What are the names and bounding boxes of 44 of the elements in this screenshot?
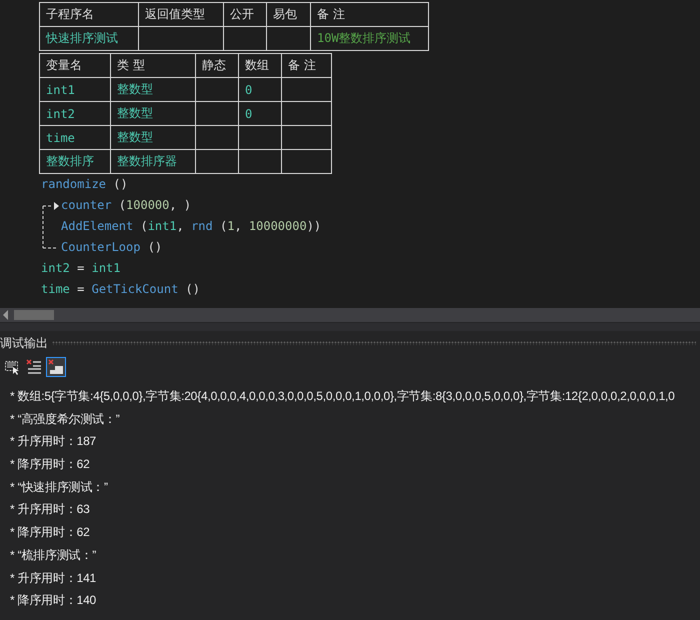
column-header: 备 注 — [282, 54, 332, 78]
table-cell: time — [40, 126, 110, 150]
output-line: * “快速排序测试：” — [10, 478, 109, 496]
table-cell: 整数型 — [110, 126, 196, 150]
output-line: * 升序用时：141 — [10, 570, 98, 586]
scrollbar-thumb[interactable] — [14, 310, 54, 320]
output-line: * 升序用时：63 — [10, 501, 91, 518]
column-header: 子程序名 — [40, 2, 138, 26]
code-line: int2 = int1 — [41, 260, 120, 277]
column-header: 数组 — [238, 54, 282, 78]
scroll-left-icon[interactable] — [2, 310, 10, 320]
table-cell: 0 — [245, 106, 252, 120]
column-header: 变量名 — [40, 54, 110, 78]
table-cell: 10W整数排序测试 — [310, 26, 428, 50]
clear-list-button[interactable] — [24, 357, 44, 377]
code-line: counter (100000, ) — [61, 197, 192, 214]
output-line: * “梳排序测试：” — [10, 546, 97, 564]
horizontal-scrollbar[interactable] — [0, 308, 700, 322]
output-line: * 数组:5{字节集:4{5,0,0,0},字节集:20{4,0,0,0,4,0,0,0,3,0,0,0,5,0,0,0,1,0,0,0},字节集:8{3,0,0,0,5,0,0,0},字节集:12{2,0,0,0,2,0,0,0,1,0 — [10, 388, 676, 405]
table-cell: 整数排序 — [40, 150, 110, 174]
code-line: AddElement (int1, rnd (1, 10000000)) — [61, 218, 322, 235]
table-cell: 整数型 — [110, 78, 196, 102]
code-line: time = GetTickCount () — [41, 281, 200, 298]
column-header: 公开 — [224, 2, 266, 26]
code-line: randomize () — [41, 176, 128, 193]
table-cell: 快速排序测试 — [40, 26, 138, 50]
output-line: * 降序用时：62 — [10, 456, 91, 474]
column-header: 类 型 — [110, 54, 196, 78]
column-header: 易包 — [266, 2, 310, 26]
output-line: * 降序用时：62 — [10, 524, 91, 542]
output-line: * “高强度希尔测试：” — [10, 410, 121, 428]
code-line: CounterLoop () — [61, 239, 162, 256]
table-cell: 0 — [245, 82, 252, 96]
panel-title: 调试输出 — [0, 334, 48, 352]
column-header: 备 注 — [310, 2, 428, 26]
table-cell: int1 — [40, 78, 110, 102]
table-cell: int2 — [40, 102, 110, 126]
output-line: * 降序用时：140 — [10, 592, 98, 610]
output-line: * 升序用时：187 — [10, 433, 98, 450]
column-header: 返回值类型 — [138, 2, 224, 26]
table-cell: 整数排序器 — [110, 150, 196, 174]
clear-chart-button[interactable] — [46, 357, 66, 377]
column-header: 静态 — [196, 54, 238, 78]
table-cell: 整数型 — [110, 102, 196, 126]
